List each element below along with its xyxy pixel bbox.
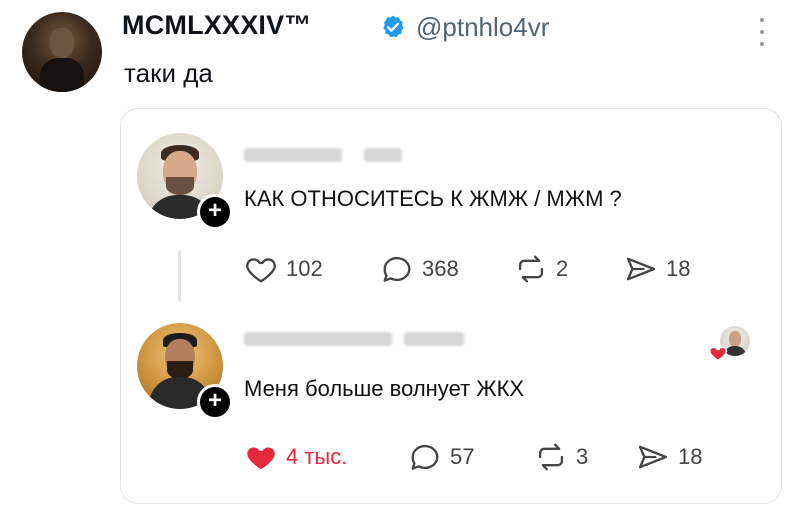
send-icon [626, 257, 656, 281]
send-icon [638, 445, 668, 469]
comment-bubble-icon [411, 444, 439, 470]
share-count: 18 [678, 444, 703, 469]
reply-action[interactable]: 368 [380, 254, 459, 284]
blurred-username [244, 148, 342, 162]
repost-icon [538, 443, 564, 471]
like-action[interactable]: 4 тыс. [244, 442, 347, 472]
reply-action[interactable]: 57 [408, 442, 474, 472]
author-handle[interactable]: @ptnhlo4vr [416, 12, 549, 43]
repost-count: 2 [556, 256, 569, 281]
reply-count: 57 [450, 444, 475, 469]
share-action[interactable]: 18 [636, 442, 702, 472]
tweet-text: таки да [124, 58, 213, 88]
repost-action[interactable]: 3 [534, 442, 588, 472]
share-action[interactable]: 18 [624, 254, 690, 284]
reply-text: Меня больше волнует ЖКХ [244, 376, 525, 401]
blurred-timestamp [364, 148, 402, 162]
heart-icon [247, 447, 275, 470]
thread-connector [178, 250, 181, 302]
reply-count: 368 [422, 256, 459, 281]
follow-plus-icon[interactable]: + [197, 384, 233, 420]
more-vertical-icon[interactable] [756, 18, 768, 46]
verified-badge-icon [383, 15, 404, 38]
repost-action[interactable]: 2 [514, 254, 568, 284]
blurred-username [244, 332, 392, 346]
repost-count: 3 [576, 444, 589, 469]
comment-bubble-icon [383, 256, 411, 282]
blurred-timestamp [404, 332, 464, 346]
author-liked-heart-icon [708, 346, 728, 362]
like-action[interactable]: 102 [244, 254, 323, 284]
share-count: 18 [666, 256, 691, 281]
follow-plus-icon[interactable]: + [197, 194, 233, 230]
author-avatar[interactable] [22, 12, 102, 92]
repost-icon [518, 255, 544, 283]
heart-icon [246, 258, 276, 283]
like-count: 102 [286, 256, 323, 281]
author-display-name[interactable]: MCMLXXXIV™ [122, 10, 312, 41]
post-text: КАК ОТНОСИТЕСЬ К ЖМЖ / МЖМ ? [244, 186, 622, 211]
like-count: 4 тыс. [286, 444, 348, 469]
